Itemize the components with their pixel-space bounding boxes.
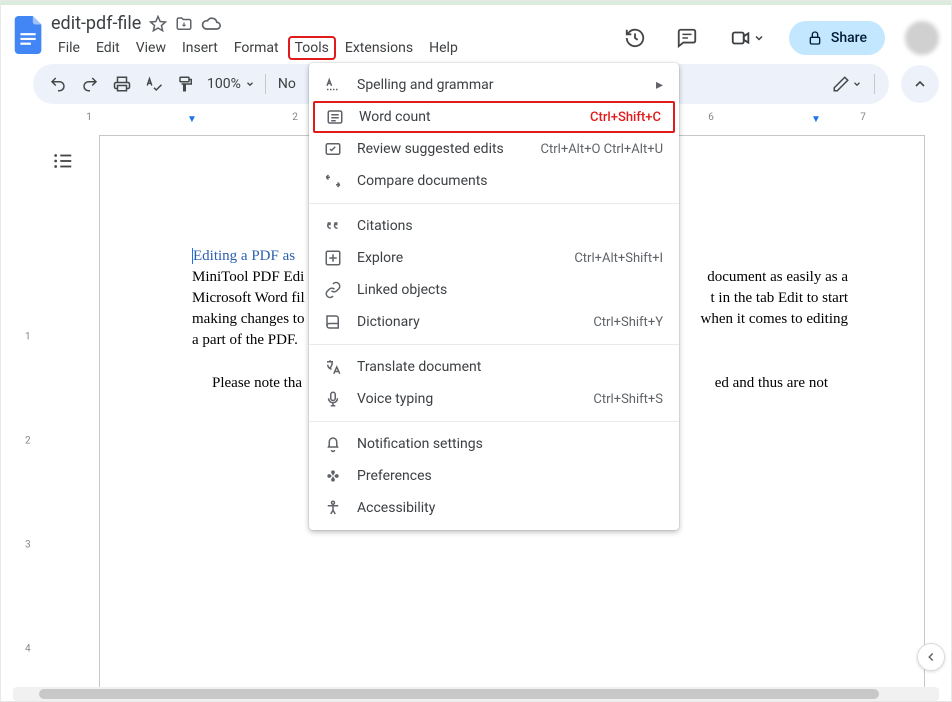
- ruler-tick: 6: [708, 112, 714, 123]
- history-icon[interactable]: [616, 19, 654, 57]
- dictionary-icon: [323, 313, 343, 331]
- chevron-down-icon: [753, 32, 765, 44]
- menu-review-suggested-edits[interactable]: Review suggested edits Ctrl+Alt+O Ctrl+A…: [309, 133, 679, 165]
- menu-preferences[interactable]: Preferences: [309, 460, 679, 492]
- menu-file[interactable]: File: [51, 36, 87, 60]
- share-button-label: Share: [831, 30, 867, 46]
- compare-icon: [323, 172, 343, 190]
- cloud-status-icon[interactable]: [201, 14, 221, 34]
- explore-fab-button[interactable]: [917, 643, 945, 671]
- ruler-tick: 7: [860, 112, 866, 123]
- ruler-tick: 4: [25, 644, 31, 655]
- menu-dictionary[interactable]: Dictionary Ctrl+Shift+Y: [309, 306, 679, 338]
- pencil-icon: [832, 75, 850, 93]
- submenu-arrow-icon: ▸: [656, 77, 663, 93]
- shortcut-label: Ctrl+Shift+C: [590, 110, 661, 125]
- ruler-tick: 2: [292, 112, 298, 123]
- ruler-tick: 3: [25, 540, 31, 551]
- menu-format[interactable]: Format: [227, 36, 286, 60]
- zoom-select[interactable]: 100%: [203, 76, 259, 92]
- move-folder-icon[interactable]: [175, 15, 193, 33]
- right-indent-marker[interactable]: ▼: [811, 114, 821, 125]
- preferences-icon: [323, 467, 343, 485]
- menu-word-count[interactable]: Word count Ctrl+Shift+C: [313, 101, 675, 133]
- style-select-value: No: [278, 76, 296, 92]
- document-title[interactable]: edit-pdf-file: [51, 13, 141, 34]
- tools-menu-dropdown: Spelling and grammar ▸ Word count Ctrl+S…: [309, 63, 679, 530]
- vertical-ruler[interactable]: 1 2 3 4: [19, 149, 35, 691]
- spellcheck-icon: [323, 76, 343, 94]
- star-icon[interactable]: [149, 15, 167, 33]
- menu-linked-objects[interactable]: Linked objects: [309, 274, 679, 306]
- translate-icon: [323, 358, 343, 376]
- menu-separator: [309, 344, 679, 345]
- microphone-icon: [323, 390, 343, 408]
- word-count-icon: [325, 108, 345, 126]
- shortcut-label: Ctrl+Shift+Y: [593, 315, 663, 330]
- menu-notification-settings[interactable]: Notification settings: [309, 428, 679, 460]
- ruler-tick: 1: [86, 112, 92, 123]
- style-select[interactable]: No: [272, 76, 300, 92]
- menu-translate-document[interactable]: Translate document: [309, 351, 679, 383]
- meet-button[interactable]: [720, 21, 775, 55]
- bell-icon: [323, 435, 343, 453]
- indent-marker[interactable]: ▼: [187, 114, 197, 125]
- accessibility-icon: [323, 499, 343, 517]
- menu-extensions[interactable]: Extensions: [338, 36, 420, 60]
- menu-compare-documents[interactable]: Compare documents: [309, 165, 679, 197]
- editing-mode-button[interactable]: [826, 69, 868, 99]
- menu-tools[interactable]: Tools: [288, 36, 336, 60]
- print-button[interactable]: [107, 69, 137, 99]
- collapse-toolbar-button[interactable]: [901, 65, 939, 103]
- citations-icon: [323, 217, 343, 235]
- menu-citations[interactable]: Citations: [309, 210, 679, 242]
- menu-view[interactable]: View: [129, 36, 173, 60]
- toolbar-separator: [265, 74, 266, 94]
- chevron-down-icon: [852, 79, 862, 89]
- share-button[interactable]: Share: [789, 21, 885, 55]
- menu-bar: File Edit View Insert Format Tools Exten…: [51, 36, 616, 60]
- document-heading: Editing a PDF as: [193, 248, 295, 264]
- menu-spelling-grammar[interactable]: Spelling and grammar ▸: [309, 69, 679, 101]
- toolbar-separator: [874, 74, 875, 94]
- account-avatar[interactable]: [905, 21, 939, 55]
- scrollbar-thumb[interactable]: [39, 689, 879, 699]
- menu-separator: [309, 203, 679, 204]
- app-header: edit-pdf-file File Edit View Insert Form…: [1, 5, 951, 60]
- shortcut-label: Ctrl+Alt+Shift+I: [574, 251, 663, 266]
- lock-icon: [807, 30, 823, 46]
- redo-button[interactable]: [75, 69, 105, 99]
- explore-icon: [323, 249, 343, 267]
- undo-button[interactable]: [43, 69, 73, 99]
- shortcut-label: Ctrl+Shift+S: [593, 392, 663, 407]
- comments-icon[interactable]: [668, 19, 706, 57]
- menu-explore[interactable]: Explore Ctrl+Alt+Shift+I: [309, 242, 679, 274]
- docs-logo-icon[interactable]: [9, 15, 49, 55]
- ruler-tick: 1: [25, 332, 31, 343]
- menu-edit[interactable]: Edit: [89, 36, 127, 60]
- menu-separator: [309, 421, 679, 422]
- menu-voice-typing[interactable]: Voice typing Ctrl+Shift+S: [309, 383, 679, 415]
- paint-format-button[interactable]: [171, 69, 201, 99]
- spellcheck-button[interactable]: [139, 69, 169, 99]
- review-edits-icon: [323, 140, 343, 158]
- chevron-down-icon: [245, 79, 255, 89]
- zoom-value: 100%: [207, 76, 241, 92]
- horizontal-scrollbar[interactable]: [13, 687, 939, 701]
- shortcut-label: Ctrl+Alt+O Ctrl+Alt+U: [541, 142, 663, 157]
- menu-insert[interactable]: Insert: [175, 36, 225, 60]
- menu-help[interactable]: Help: [422, 36, 465, 60]
- menu-accessibility[interactable]: Accessibility: [309, 492, 679, 524]
- ruler-tick: 2: [25, 436, 31, 447]
- linked-objects-icon: [323, 281, 343, 299]
